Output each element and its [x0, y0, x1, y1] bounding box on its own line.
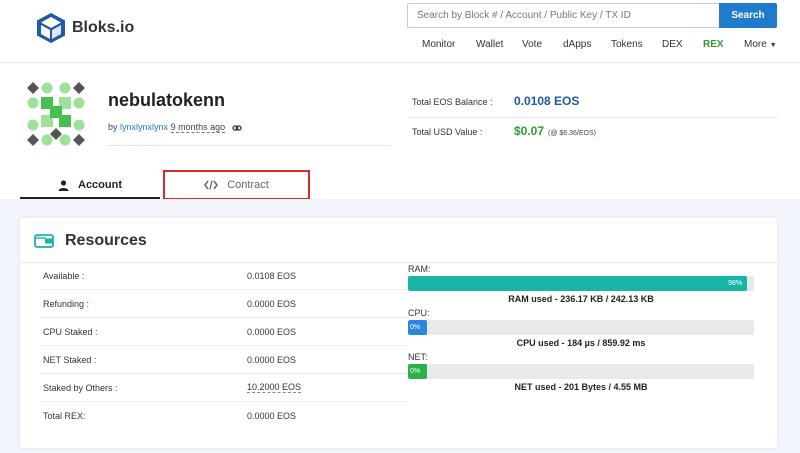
- resource-label: CPU Staked :: [43, 326, 98, 337]
- resource-row-available: Available : 0.0108 EOS: [40, 262, 408, 290]
- resource-value: 0.0000 EOS: [247, 354, 297, 365]
- resource-row-refunding: Refunding : 0.0000 EOS: [40, 290, 408, 318]
- link-icon[interactable]: [231, 124, 242, 132]
- resource-label: Available :: [43, 270, 85, 281]
- nav-item-dex[interactable]: DEX: [662, 39, 683, 50]
- account-byline: by lynxlynxlynx 9 months ago: [108, 122, 242, 133]
- nav-item-more[interactable]: More ▼: [744, 39, 777, 50]
- account-avatar: [27, 82, 85, 146]
- account-name: nebulatokenn: [108, 90, 226, 110]
- balance-divider: [408, 117, 778, 118]
- nav-item-vote[interactable]: Vote: [522, 39, 542, 50]
- resource-row-cpu-staked: CPU Staked : 0.0000 EOS: [40, 318, 408, 346]
- wallet-icon: [34, 234, 54, 248]
- resources-header: Resources: [34, 232, 147, 250]
- net-label: NET:: [408, 352, 428, 362]
- user-icon: [58, 179, 69, 191]
- search-button[interactable]: Search: [719, 3, 777, 28]
- cpu-progress-fill: 0%: [408, 320, 427, 335]
- caret-down-icon: ▼: [769, 42, 777, 49]
- resource-value: 0.0000 EOS: [247, 326, 297, 337]
- byline-prefix: by: [108, 122, 118, 132]
- resource-row-net-staked: NET Staked : 0.0000 EOS: [40, 346, 408, 374]
- nav-item-wallet[interactable]: Wallet: [476, 39, 503, 50]
- staked-by-others-value[interactable]: 10.2000 EOS: [247, 382, 302, 393]
- resource-label: Refunding :: [43, 298, 90, 309]
- search-bar: Search: [407, 3, 777, 28]
- tab-account[interactable]: Account: [20, 170, 160, 200]
- usd-value-row: Total USD Value : $0.07 (@ $6.36/EOS): [412, 124, 596, 138]
- account-age[interactable]: 9 months ago: [170, 122, 226, 133]
- eos-balance-row: Total EOS Balance : 0.0108 EOS: [412, 94, 579, 108]
- tab-contract[interactable]: Contract: [163, 170, 310, 200]
- cpu-label: CPU:: [408, 308, 430, 318]
- resources-card: Resources Available : 0.0108 EOS Refundi…: [20, 218, 777, 448]
- nav-item-dapps[interactable]: dApps: [563, 39, 591, 50]
- top-nav: Monitor Wallet Vote dApps Tokens DEX REX…: [0, 39, 800, 53]
- tab-contract-label: Contract: [227, 179, 269, 191]
- nav-more-label: More: [744, 39, 767, 50]
- nav-item-monitor[interactable]: Monitor: [422, 39, 455, 50]
- net-progress-fill: 0%: [408, 364, 427, 379]
- nav-item-rex[interactable]: REX: [703, 39, 724, 50]
- resource-label: NET Staked :: [43, 354, 97, 365]
- account-divider: [108, 145, 391, 146]
- ram-progress-fill: 98%: [408, 276, 748, 291]
- header-divider: [0, 62, 800, 63]
- header: Bloks.io Search Monitor Wallet Vote dApp…: [0, 0, 800, 62]
- resources-title: Resources: [65, 232, 147, 249]
- resource-value: 0.0000 EOS: [247, 411, 297, 421]
- usd-value: $0.07: [514, 124, 545, 138]
- ram-label: RAM:: [408, 264, 431, 274]
- eos-balance-value: 0.0108 EOS: [514, 94, 580, 108]
- tab-account-label: Account: [78, 179, 122, 191]
- ram-usage-caption: RAM used - 236.17 KB / 242.13 KB: [508, 294, 654, 304]
- eos-balance-label: Total EOS Balance :: [412, 97, 493, 107]
- net-progress-bar: 0%: [408, 364, 754, 379]
- nav-item-tokens[interactable]: Tokens: [611, 39, 643, 50]
- resource-label: Total REX:: [43, 411, 86, 421]
- resource-value: 0.0000 EOS: [247, 298, 297, 309]
- cpu-progress-bar: 0%: [408, 320, 754, 335]
- net-usage-caption: NET used - 201 Bytes / 4.55 MB: [514, 382, 648, 392]
- brand-name: Bloks.io: [72, 19, 135, 36]
- resource-value: 0.0108 EOS: [247, 270, 297, 281]
- creator-link[interactable]: lynxlynxlynx: [120, 122, 168, 132]
- code-icon: [204, 180, 219, 190]
- resource-label: Staked by Others :: [43, 382, 118, 393]
- resource-row-total-rex: Total REX: 0.0000 EOS: [40, 402, 408, 430]
- resource-row-staked-by-others: Staked by Others : 10.2000 EOS: [40, 374, 408, 402]
- search-input[interactable]: [407, 3, 719, 28]
- cpu-usage-caption: CPU used - 184 µs / 859.92 ms: [516, 338, 646, 348]
- ram-progress-bar: 98%: [408, 276, 754, 291]
- usd-value-label: Total USD Value :: [412, 127, 483, 137]
- usd-rate: (@ $6.36/EOS): [548, 130, 596, 137]
